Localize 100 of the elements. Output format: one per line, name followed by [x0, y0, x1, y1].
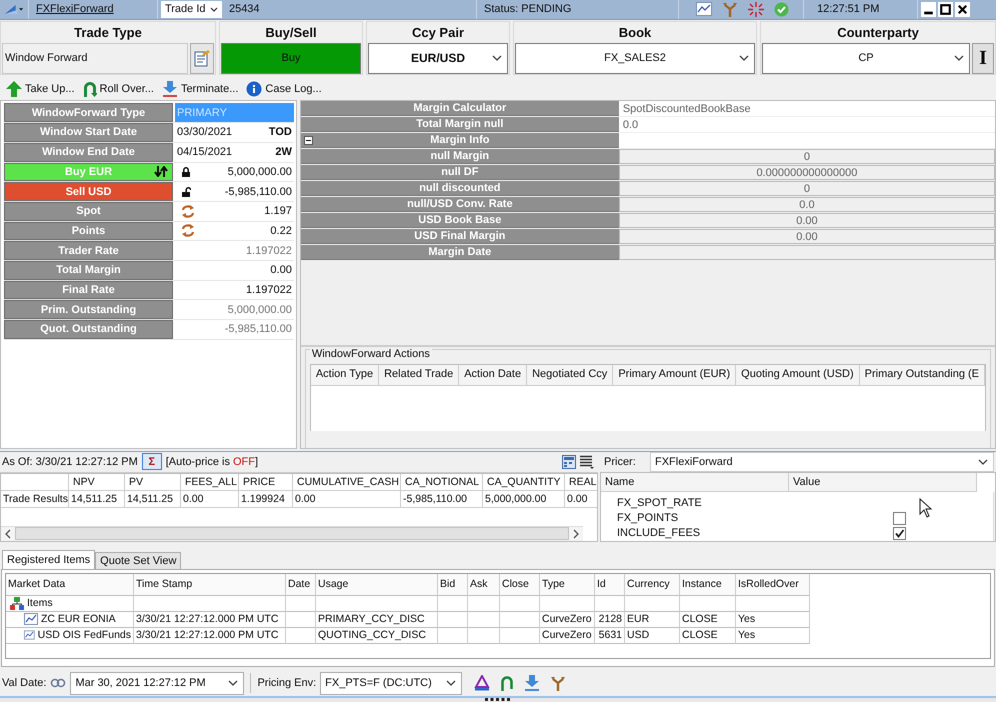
table-cell: 0.00 — [293, 490, 401, 508]
fork-icon[interactable] — [550, 676, 566, 691]
tree-item[interactable]: USD OIS FedFunds — [38, 629, 131, 642]
table-cell: 3/30/21 12:27:12.000 PM UTC — [134, 612, 286, 628]
column-header[interactable]: PV — [125, 474, 181, 491]
field-label: USD Final Margin — [300, 229, 619, 244]
column-header[interactable]: NPV — [69, 474, 125, 491]
checkbox[interactable] — [892, 512, 906, 525]
column-header[interactable]: Related Trade — [379, 364, 460, 386]
column-header[interactable]: Currency — [625, 574, 680, 596]
column-header[interactable]: Primary Amount (EUR) — [613, 364, 736, 386]
tenor-text: TOD — [268, 126, 292, 138]
resize-grip-icon[interactable] — [485, 698, 511, 702]
refresh-icon[interactable] — [181, 204, 195, 218]
chevron-down-icon[interactable] — [954, 55, 964, 62]
buy-sell-toggle[interactable]: Buy — [221, 42, 361, 74]
horizontal-scrollbar[interactable] — [1, 526, 583, 541]
date-value[interactable]: 04/15/2021 — [177, 146, 232, 158]
column-header[interactable]: Time Stamp — [134, 574, 286, 596]
triangle-arrows-icon[interactable] — [474, 675, 490, 692]
chevron-down-icon[interactable] — [446, 680, 456, 686]
trade-type-field[interactable]: Window Forward — [2, 42, 188, 74]
column-header[interactable]: Instance — [680, 574, 736, 596]
column-header[interactable]: Name — [601, 472, 789, 491]
column-header[interactable]: Quoting Amount (USD) — [736, 364, 860, 386]
calculator-icon[interactable] — [562, 454, 576, 469]
column-header[interactable]: Usage — [316, 574, 438, 596]
field-value: 1.197022 — [246, 244, 292, 257]
collapse-icon[interactable] — [304, 136, 313, 145]
toolbar-button[interactable]: Roll Over... — [80, 80, 156, 97]
pricer-dropdown[interactable]: FXFlexiForward — [650, 452, 994, 472]
column-header[interactable]: PRICE — [239, 474, 293, 491]
toolbar-button[interactable]: Take Up... — [4, 80, 77, 97]
panel-title: WindowForward Actions — [310, 348, 432, 360]
trade-id-field[interactable]: 25434 — [224, 0, 477, 19]
field-label: Prim. Outstanding — [4, 300, 173, 320]
column-header[interactable]: Close — [500, 574, 540, 596]
maximize-icon[interactable] — [938, 2, 953, 17]
tree-item[interactable]: ZC EUR EONIA — [41, 613, 116, 626]
minimize-icon[interactable] — [921, 2, 936, 17]
column-header[interactable]: FEES_ALL — [181, 474, 239, 491]
dropdown[interactable]: EUR/USD — [368, 42, 508, 74]
field-value: 5,000,000.00 — [228, 304, 292, 316]
column-header[interactable]: Bid — [438, 574, 468, 596]
locked-icon[interactable] — [181, 166, 191, 177]
column-header[interactable]: CA_QUANTITY — [483, 474, 565, 491]
table-cell: 5,000,000.00 — [483, 490, 565, 508]
column-header[interactable]: Negotiated Ccy — [527, 364, 614, 386]
check-icon[interactable] — [774, 2, 790, 17]
val-date-dropdown[interactable]: Mar 30, 2021 12:27:12 PM — [70, 672, 244, 695]
column-header[interactable]: Id — [595, 574, 625, 596]
chevron-down-icon[interactable] — [228, 680, 238, 686]
download-icon[interactable] — [524, 675, 540, 692]
dropdown[interactable]: CP — [762, 42, 970, 74]
column-header[interactable]: IsRolledOver — [736, 574, 810, 596]
toolbar-button[interactable]: Case Log... — [244, 80, 324, 97]
trade-type-link[interactable]: FXFlexiForward — [36, 3, 114, 16]
toolbar-button[interactable]: Terminate... — [160, 80, 240, 97]
swap-direction-icon[interactable] — [154, 166, 168, 178]
column-header[interactable]: CA_NOTIONAL — [401, 474, 483, 491]
tree-item[interactable]: Items — [27, 597, 53, 610]
chevron-down-icon[interactable] — [978, 458, 988, 465]
list-icon[interactable] — [580, 454, 594, 469]
column-header[interactable]: Action Date — [459, 364, 528, 386]
column-header[interactable]: Date — [286, 574, 316, 596]
curve-icon[interactable] — [24, 629, 35, 642]
checkbox[interactable] — [892, 526, 906, 540]
tab[interactable]: Registered Items — [2, 550, 96, 569]
unlocked-icon[interactable] — [181, 186, 191, 197]
sum-button[interactable]: Σ — [142, 453, 162, 470]
curve-icon[interactable] — [24, 613, 38, 626]
field-label: Margin Calculator — [300, 101, 619, 116]
column-header[interactable]: Primary Outstanding (E — [860, 364, 985, 386]
info-button[interactable]: I — [972, 42, 994, 74]
date-value[interactable]: 03/30/2021 — [177, 126, 232, 138]
table-cell: 1.199924 — [239, 490, 293, 508]
trade-id-selector[interactable]: Trade Id — [160, 1, 222, 18]
table-cell: 3/30/21 12:27:12.000 PM UTC — [134, 628, 286, 644]
tab[interactable]: Quote Set View — [95, 552, 182, 569]
dropdown[interactable]: FX_SALES2 — [515, 42, 755, 74]
chevron-down-icon[interactable] — [210, 6, 218, 12]
hierarchy-icon[interactable] — [10, 596, 24, 610]
pricing-env-dropdown[interactable]: FX_PTS=F (DC:UTC) — [320, 672, 462, 695]
field-value: -5,985,110.00 — [224, 323, 292, 336]
notes-button[interactable] — [190, 42, 214, 74]
column-header[interactable]: Type — [540, 574, 595, 596]
chevron-down-icon[interactable] — [739, 55, 749, 62]
column-header[interactable]: Value — [789, 472, 977, 491]
refresh-icon[interactable] — [181, 224, 195, 238]
burst-icon[interactable] — [748, 2, 764, 17]
column-header[interactable]: Ask — [468, 574, 500, 596]
roll-icon[interactable] — [500, 675, 514, 692]
app-logo-icon[interactable] — [4, 2, 24, 16]
column-header[interactable]: REAL — [565, 474, 597, 491]
column-header[interactable]: CUMULATIVE_CASH — [293, 474, 401, 491]
chevron-down-icon[interactable] — [492, 55, 502, 62]
close-icon[interactable] — [955, 2, 970, 17]
chart-icon[interactable] — [696, 2, 712, 16]
column-header[interactable]: Action Type — [310, 364, 380, 386]
column-header[interactable]: Market Data — [6, 574, 134, 596]
